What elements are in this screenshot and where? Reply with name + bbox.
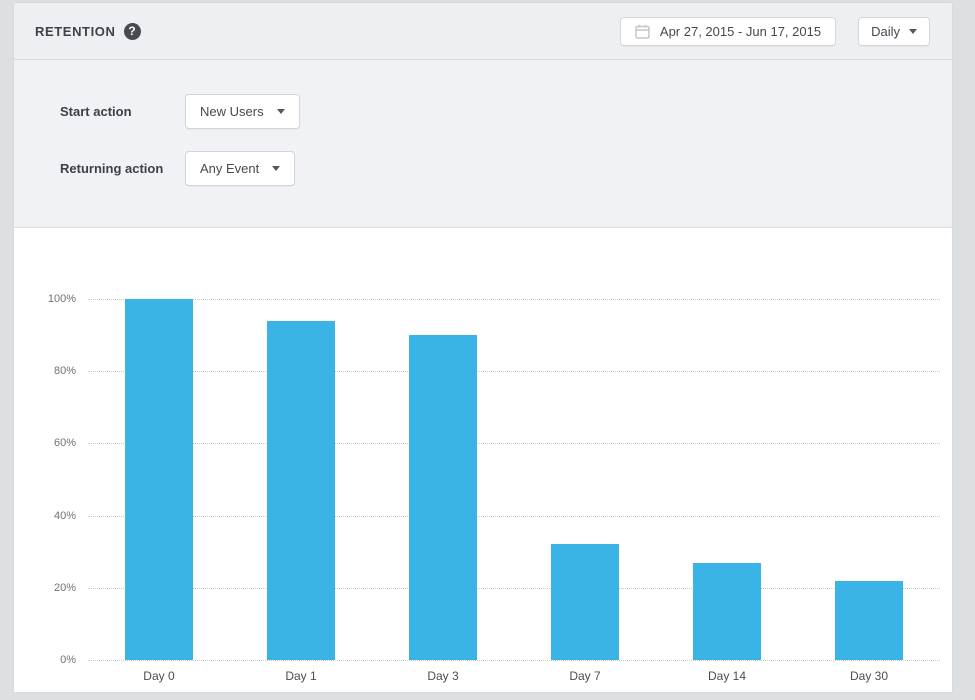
y-axis-tick-label: 80% xyxy=(54,365,76,377)
bar-day-7[interactable] xyxy=(551,544,619,660)
retention-chart: 0% 20% 40% 60% 80% 100% Day 0 Day 1 Day 3 Day 7 Da… xyxy=(14,228,952,691)
date-range-picker[interactable]: Apr 27, 2015 - Jun 17, 2015 xyxy=(620,17,836,46)
bar-day-1[interactable] xyxy=(267,321,335,660)
start-action-dropdown[interactable]: New Users xyxy=(185,94,300,129)
x-axis-label: Day 7 xyxy=(569,669,600,683)
x-axis-label: Day 3 xyxy=(427,669,458,683)
start-action-row: Start action New Users xyxy=(60,94,300,129)
start-action-label: Start action xyxy=(60,104,185,119)
returning-action-value: Any Event xyxy=(200,161,259,176)
bar-day-3[interactable] xyxy=(409,335,477,660)
help-icon[interactable]: ? xyxy=(124,23,141,40)
calendar-icon xyxy=(635,24,650,39)
bar-day-14[interactable] xyxy=(693,563,761,660)
gridline-60 xyxy=(88,443,940,444)
y-axis-tick-label: 100% xyxy=(48,293,76,305)
retention-card: RETENTION ? Apr 27, 2015 - Jun 17, 2015 … xyxy=(14,3,952,692)
start-action-value: New Users xyxy=(200,104,264,119)
gridline-100 xyxy=(88,299,940,300)
caret-down-icon xyxy=(909,29,917,34)
gridline-20 xyxy=(88,588,940,589)
page-title: RETENTION xyxy=(35,24,116,39)
y-axis-tick-label: 60% xyxy=(54,437,76,449)
bar-day-0[interactable] xyxy=(125,299,193,660)
returning-action-row: Returning action Any Event xyxy=(60,151,295,186)
filters-section: Start action New Users Returning action … xyxy=(14,60,952,228)
bar-chart-plot: 0%20%40%60%80%100%Day 0Day 1Day 3Day 7Da… xyxy=(88,299,940,660)
x-axis-label: Day 0 xyxy=(143,669,174,683)
caret-down-icon xyxy=(272,166,280,171)
y-axis-tick-label: 40% xyxy=(54,510,76,522)
granularity-dropdown[interactable]: Daily xyxy=(858,17,930,46)
granularity-label: Daily xyxy=(871,24,900,39)
date-range-label: Apr 27, 2015 - Jun 17, 2015 xyxy=(660,24,821,39)
y-axis-tick-label: 0% xyxy=(60,654,76,666)
returning-action-dropdown[interactable]: Any Event xyxy=(185,151,295,186)
gridline-40 xyxy=(88,516,940,517)
bar-day-30[interactable] xyxy=(835,581,903,660)
x-axis-label: Day 30 xyxy=(850,669,888,683)
y-axis-tick-label: 20% xyxy=(54,582,76,594)
header: RETENTION ? Apr 27, 2015 - Jun 17, 2015 … xyxy=(14,3,952,60)
x-axis-label: Day 1 xyxy=(285,669,316,683)
returning-action-label: Returning action xyxy=(60,161,185,176)
title-wrap: RETENTION ? xyxy=(35,23,141,40)
caret-down-icon xyxy=(277,109,285,114)
header-controls: Apr 27, 2015 - Jun 17, 2015 Daily xyxy=(620,17,930,46)
gridline-80 xyxy=(88,371,940,372)
x-axis-label: Day 14 xyxy=(708,669,746,683)
gridline-0 xyxy=(88,660,940,661)
